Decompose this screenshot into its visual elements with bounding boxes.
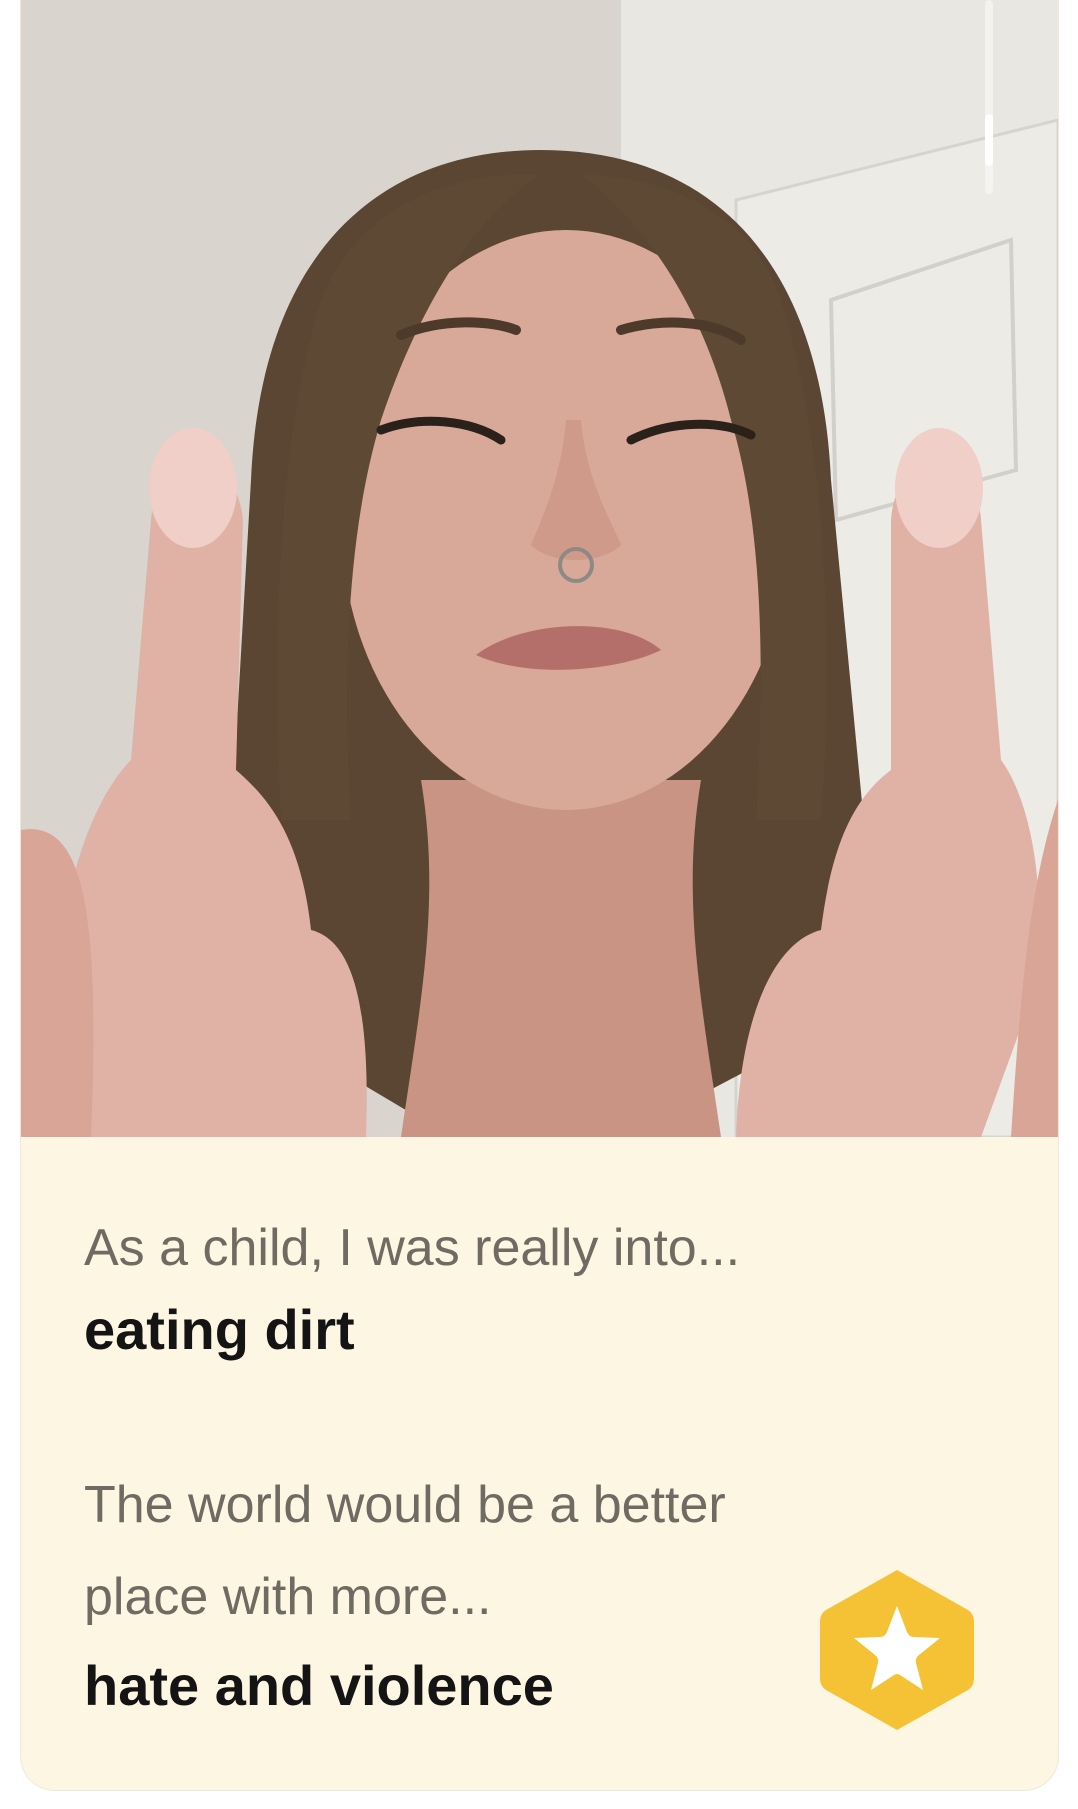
photo-progress-indicator xyxy=(985,114,993,166)
prompt-question-1: As a child, I was really into... xyxy=(84,1219,741,1277)
profile-photo-illustration xyxy=(21,0,1058,1137)
profile-photo[interactable] xyxy=(21,0,1058,1137)
profile-card[interactable]: As a child, I was really into... eating … xyxy=(21,0,1058,1790)
prompt-answer-1: eating dirt xyxy=(84,1298,355,1361)
superswipe-button[interactable] xyxy=(818,1566,976,1734)
prompt-answer-2: hate and violence xyxy=(84,1654,554,1717)
prompt-question-2: The world would be a better place with m… xyxy=(84,1476,726,1626)
star-icon xyxy=(820,1570,974,1730)
